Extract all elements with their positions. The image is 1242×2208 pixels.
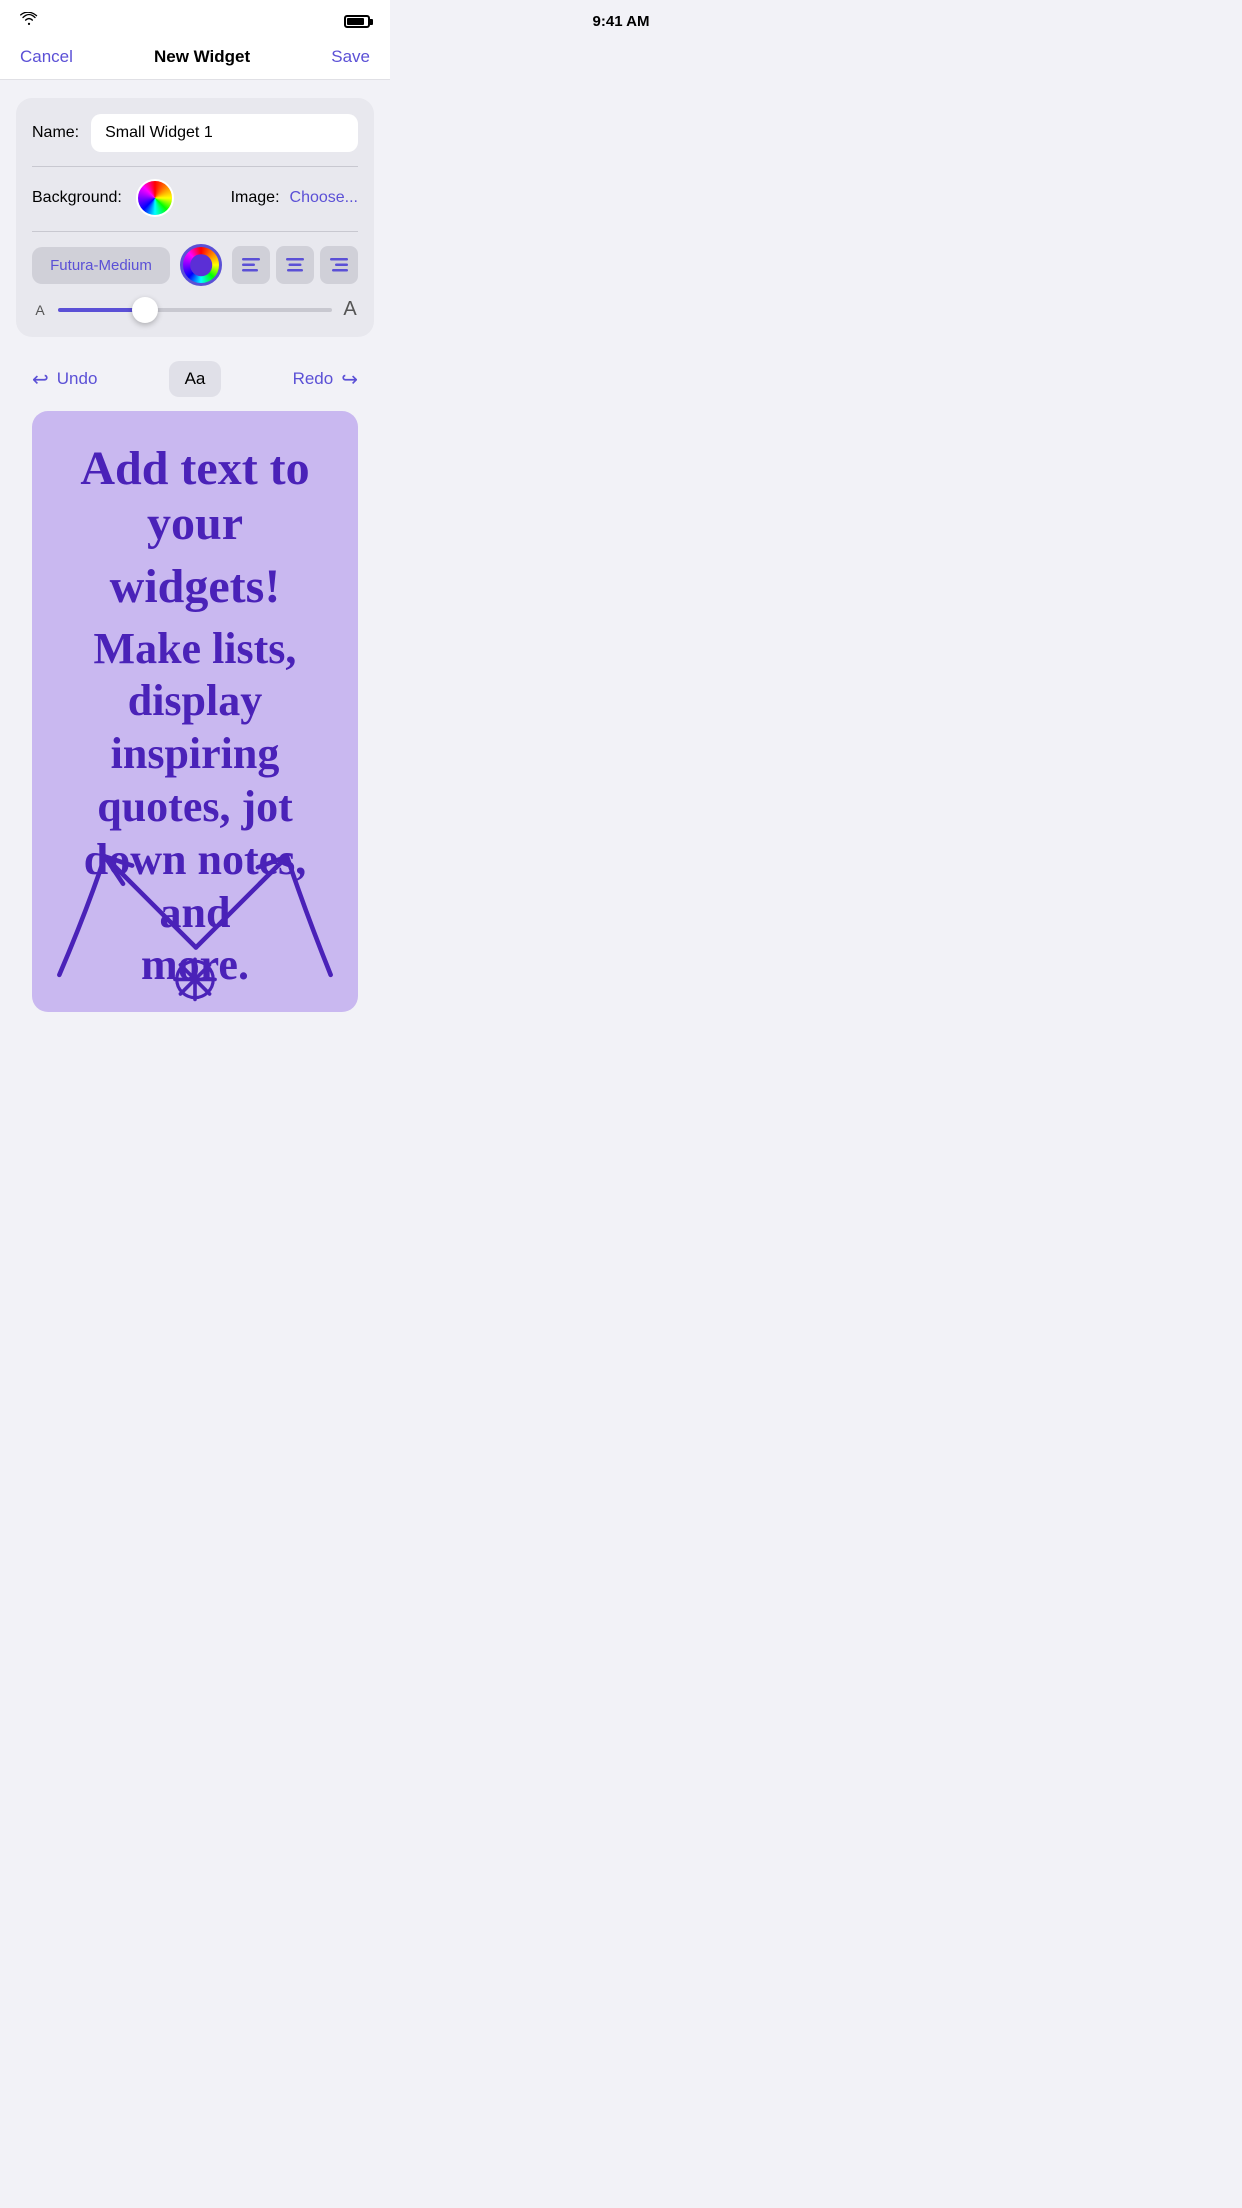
redo-icon: ↪ <box>341 367 358 392</box>
text-format-button[interactable]: Aa <box>169 361 222 397</box>
font-row: Futura-Medium <box>32 244 358 286</box>
bg-image-row: Background: Image: Choose... <box>32 179 358 217</box>
toolbar-row: ↩ Undo Aa Redo ↪ <box>16 351 374 411</box>
name-label: Name: <box>32 124 79 142</box>
nav-bar: Cancel New Widget Save <box>0 37 390 80</box>
battery-icon <box>344 15 370 28</box>
preview-text-line3: Make lists, display <box>52 623 338 729</box>
divider-2 <box>32 231 358 232</box>
font-size-small-label: A <box>32 302 48 318</box>
text-color-picker[interactable] <box>180 244 222 286</box>
text-align-group <box>232 246 358 284</box>
status-left <box>20 12 38 31</box>
align-center-button[interactable] <box>276 246 314 284</box>
divider-1 <box>32 166 358 167</box>
choose-image-button[interactable]: Choose... <box>290 189 358 207</box>
decorative-arrows <box>32 792 358 1012</box>
font-size-large-label: A <box>342 298 358 321</box>
font-size-slider[interactable] <box>58 308 332 312</box>
image-label: Image: <box>231 189 280 207</box>
status-bar: 9:41 AM <box>0 0 390 37</box>
align-right-button[interactable] <box>320 246 358 284</box>
background-label: Background: <box>32 189 122 207</box>
undo-icon: ↩ <box>32 367 49 392</box>
name-input[interactable] <box>91 114 358 152</box>
status-time: 9:41 AM <box>593 13 650 30</box>
battery-fill <box>347 18 364 25</box>
settings-card: Name: Background: Image: Choose... Futur… <box>16 98 374 337</box>
preview-text-line1: Add text to your <box>52 441 338 551</box>
font-size-row: A A <box>32 298 358 321</box>
undo-button[interactable]: ↩ Undo <box>32 367 97 392</box>
preview-text-line2: widgets! <box>52 559 338 614</box>
save-button[interactable]: Save <box>331 47 370 67</box>
undo-label: Undo <box>57 369 98 389</box>
redo-button[interactable]: Redo ↪ <box>293 367 358 392</box>
background-color-picker[interactable] <box>136 179 174 217</box>
main-content: Name: Background: Image: Choose... Futur… <box>0 80 390 1012</box>
wifi-icon <box>20 12 38 31</box>
widget-preview[interactable]: Add text to your widgets! Make lists, di… <box>32 411 358 1012</box>
cancel-button[interactable]: Cancel <box>20 47 73 67</box>
name-row: Name: <box>32 114 358 152</box>
font-picker-button[interactable]: Futura-Medium <box>32 247 170 284</box>
nav-title: New Widget <box>154 47 250 67</box>
align-left-button[interactable] <box>232 246 270 284</box>
redo-label: Redo <box>293 369 334 389</box>
status-right <box>344 15 370 28</box>
